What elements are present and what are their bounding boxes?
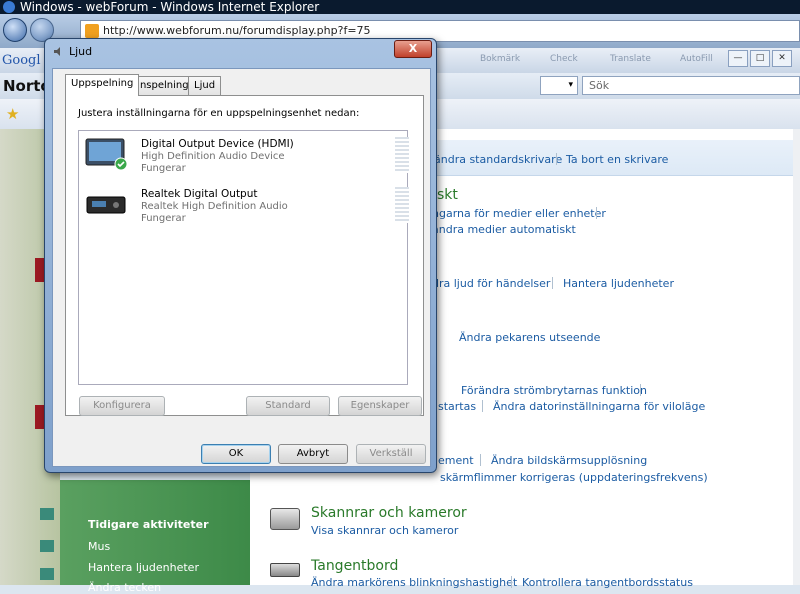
separator bbox=[552, 277, 553, 289]
cancel-button[interactable]: Avbryt bbox=[278, 444, 348, 464]
web-teal-icon bbox=[40, 508, 54, 520]
google-logo: Googl bbox=[2, 53, 41, 68]
tab-sounds[interactable]: Ljud bbox=[188, 76, 222, 95]
ok-button[interactable]: OK bbox=[201, 444, 271, 464]
web-teal-icon bbox=[40, 540, 54, 552]
link-ement[interactable]: ement bbox=[438, 454, 474, 467]
page-scrollbar[interactable] bbox=[793, 129, 800, 585]
device-status: Fungerar bbox=[141, 213, 186, 224]
link-power-buttons[interactable]: Förändra strömbrytarnas funktion bbox=[461, 384, 647, 397]
dialog-body: Uppspelning Inspelning Ljud Justera inst… bbox=[52, 68, 431, 467]
scanner-icon bbox=[270, 508, 300, 530]
device-hdmi[interactable]: Digital Output Device (HDMI) High Defini… bbox=[81, 133, 409, 177]
device-status: Fungerar bbox=[141, 163, 186, 174]
link-change-pointer[interactable]: Ändra pekarens utseende bbox=[459, 331, 600, 344]
keyboard-icon bbox=[270, 563, 300, 577]
window-title: Windows - webForum - Windows Internet Ex… bbox=[20, 0, 320, 14]
browser-title-bar: Windows - webForum - Windows Internet Ex… bbox=[0, 0, 800, 14]
dialog-close-button[interactable]: X bbox=[394, 40, 432, 58]
apply-button[interactable]: Verkställ bbox=[356, 444, 426, 464]
configure-button[interactable]: Konfigurera bbox=[79, 396, 165, 416]
separator bbox=[640, 384, 641, 396]
toolbar-translate[interactable]: Translate bbox=[610, 54, 651, 68]
hardware-heading[interactable]: skt bbox=[437, 187, 458, 203]
link-sounds-events[interactable]: dra ljud för händelser bbox=[432, 277, 550, 290]
link-view-scanners[interactable]: Visa skannrar och kameror bbox=[311, 524, 458, 537]
dialog-title: Ljud bbox=[69, 45, 93, 58]
ie-logo-icon bbox=[3, 1, 15, 13]
instruction-text: Justera inställningarna för en uppspelni… bbox=[78, 108, 360, 119]
separator bbox=[480, 454, 481, 466]
favicon-icon bbox=[85, 24, 99, 38]
minimize-button[interactable]: — bbox=[728, 50, 748, 67]
link-media-auto[interactable]: ändra medier automatiskt bbox=[432, 223, 576, 236]
device-name: Realtek Digital Output bbox=[141, 188, 258, 200]
back-button[interactable] bbox=[3, 18, 27, 42]
recent-task-font[interactable]: Ändra tecken bbox=[88, 581, 161, 594]
address-text: http://www.webforum.nu/forumdisplay.php?… bbox=[103, 24, 371, 37]
set-default-button[interactable]: Standard bbox=[246, 396, 330, 416]
close-toolbar-button[interactable]: ✕ bbox=[772, 50, 792, 67]
tab-playback[interactable]: Uppspelning bbox=[65, 74, 140, 96]
device-driver: Realtek High Definition Audio bbox=[141, 201, 288, 212]
link-remove-printer[interactable]: Ta bort en skrivare bbox=[566, 153, 668, 166]
device-driver: High Definition Audio Device bbox=[141, 151, 285, 162]
link-keyboard-status[interactable]: Kontrollera tangentbordsstatus bbox=[522, 576, 693, 589]
search-provider-dropdown[interactable]: ▾ bbox=[540, 76, 578, 95]
link-media-settings[interactable]: ngarna för medier eller enheter bbox=[432, 207, 606, 220]
separator bbox=[482, 400, 483, 412]
link-cursor-blink[interactable]: Ändra markörens blinkningshastighet bbox=[311, 576, 517, 589]
sound-dialog: Ljud X Uppspelning Inspelning Ljud Juste… bbox=[44, 38, 437, 473]
toolbar-check[interactable]: Check bbox=[550, 54, 578, 68]
search-input[interactable]: Sök bbox=[582, 76, 800, 95]
separator bbox=[511, 576, 512, 588]
keyboard-heading[interactable]: Tangentbord bbox=[311, 558, 398, 574]
digital-output-icon bbox=[86, 196, 126, 214]
web-teal-icon bbox=[40, 568, 54, 580]
link-manage-audio[interactable]: Hantera ljudenheter bbox=[563, 277, 674, 290]
recent-task-mus[interactable]: Mus bbox=[88, 540, 110, 553]
separator bbox=[556, 153, 557, 165]
link-change-default-printer[interactable]: ändra standardskrivare bbox=[434, 153, 562, 166]
device-realtek[interactable]: Realtek Digital Output Realtek High Defi… bbox=[81, 183, 409, 227]
toolbar-autofill[interactable]: AutoFill bbox=[680, 54, 713, 68]
device-name: Digital Output Device (HDMI) bbox=[141, 138, 294, 150]
recent-tasks-heading: Tidigare aktiviteter bbox=[88, 518, 209, 531]
monitor-icon bbox=[85, 138, 128, 171]
playback-pane: Justera inställningarna för en uppspelni… bbox=[65, 95, 424, 416]
link-sleep-settings[interactable]: Ändra datorinställningarna för viloläge bbox=[493, 400, 705, 413]
toolbar-bookmark[interactable]: Bokmärk bbox=[480, 54, 520, 68]
tab-recording[interactable]: Inspelning bbox=[131, 76, 195, 95]
speaker-icon bbox=[54, 47, 60, 56]
properties-button[interactable]: Egenskaper bbox=[338, 396, 422, 416]
favorites-star-icon[interactable]: ★ bbox=[6, 105, 19, 123]
scanners-heading[interactable]: Skannrar och kameror bbox=[311, 505, 467, 521]
link-refresh-rate[interactable]: skärmflimmer korrigeras (uppdateringsfre… bbox=[440, 471, 708, 484]
control-panel-sidebar: Tidigare aktiviteter Mus Hantera ljudenh… bbox=[60, 480, 250, 594]
separator bbox=[596, 207, 597, 219]
link-resolution[interactable]: Ändra bildskärmsupplösning bbox=[491, 454, 647, 467]
recent-task-audio[interactable]: Hantera ljudenheter bbox=[88, 561, 199, 574]
level-meter bbox=[395, 187, 409, 223]
level-meter bbox=[395, 137, 409, 173]
maximize-button[interactable]: □ bbox=[750, 50, 770, 67]
link-startas[interactable]: startas bbox=[438, 400, 476, 413]
device-list[interactable]: Digital Output Device (HDMI) High Defini… bbox=[78, 130, 409, 385]
